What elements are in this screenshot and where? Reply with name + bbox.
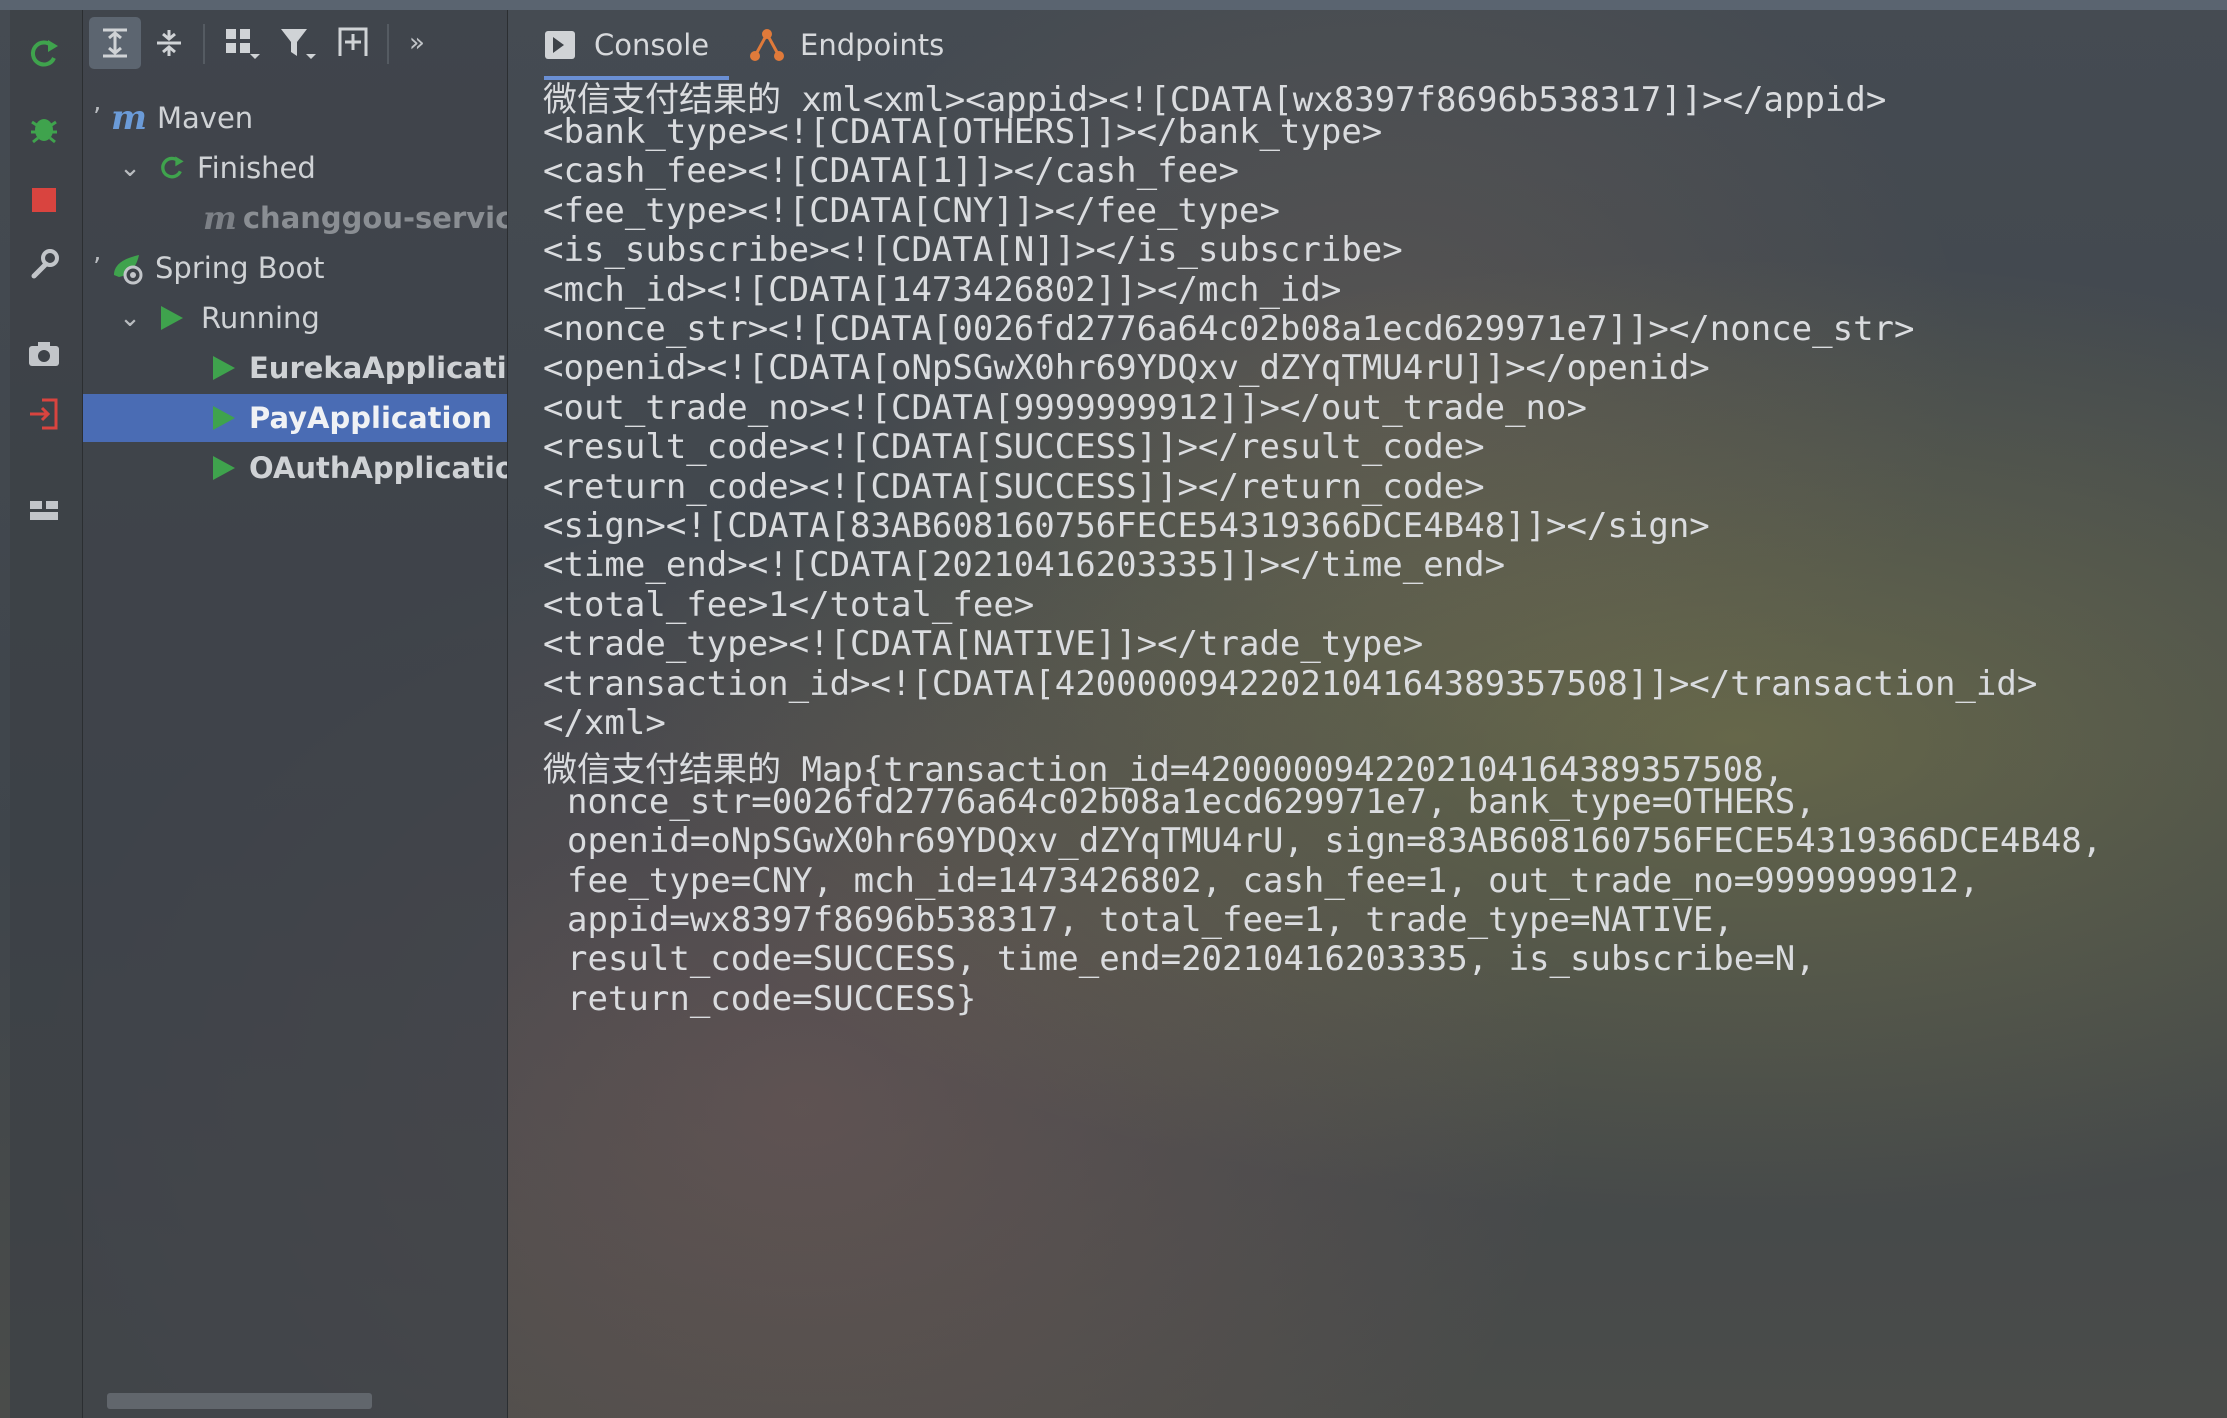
console-line: openid=oNpSGwX0hr69YDQxv_dZYqTMU4rU, sig… [567,821,2103,861]
console-line: <total_fee>1</total_fee> [543,585,1035,625]
console-line: <openid><![CDATA[oNpSGwX0hr69YDQxv_dZYqT… [543,348,1710,388]
run-icon [211,454,237,482]
tree-item-label: EurekaApplication [249,351,507,385]
settings-wrench-icon[interactable] [22,242,66,286]
rerun-icon [157,153,187,183]
camera-icon[interactable] [22,332,66,376]
rerun-icon[interactable] [22,32,66,76]
more-icon[interactable]: » [395,17,439,69]
run-icon [211,404,237,432]
console-line: </xml> [543,703,666,743]
services-tree-panel: » ʼ m Maven ⌄ Finished m changgou-servic… [83,10,508,1418]
tree-item-changgou-service[interactable]: m changgou-service- [83,194,507,242]
tree-item-label: Finished [197,151,316,185]
console-icon [544,30,576,60]
tab-endpoints[interactable]: Endpoints [748,10,944,80]
console-line: nonce_str=0026fd2776a64c02b08a1ecd629971… [567,782,1816,822]
console-line: <bank_type><![CDATA[OTHERS]]></bank_type… [543,112,1383,152]
console-line: result_code=SUCCESS, time_end=2021041620… [567,939,1816,979]
tree-item-label: changgou-service- [242,201,507,235]
tab-label: Endpoints [800,28,945,62]
console-line: return_code=SUCCESS} [567,979,977,1019]
endpoints-icon [748,27,786,63]
tree-toolbar: » [83,10,507,80]
console-line: <cash_fee><![CDATA[1]]></cash_fee> [543,151,1239,191]
tree-item-spring-boot[interactable]: ʼ Spring Boot [83,244,507,292]
add-service-icon[interactable] [327,17,379,69]
console-line: <fee_type><![CDATA[CNY]]></fee_type> [543,191,1280,231]
chevron-down-icon[interactable]: ⌄ [115,303,145,333]
filter-icon[interactable] [271,17,323,69]
maven-icon: m [203,199,237,237]
console-line: <transaction_id><![CDATA[420000094220210… [543,664,2038,704]
spring-boot-icon [111,251,145,285]
run-icon [211,354,237,382]
stop-icon[interactable] [22,178,66,222]
login-icon[interactable] [22,392,66,436]
tree-item-finished[interactable]: ⌄ Finished [83,144,507,192]
group-by-icon[interactable] [215,17,267,69]
toolbar-separator [203,24,205,64]
console-line: <sign><![CDATA[83AB608160756FECE54319366… [543,506,1710,546]
expanded-chevron-icon[interactable]: ʼ [83,253,111,283]
tree-item-label: OAuthApplication [249,451,507,485]
collapse-all-icon[interactable] [143,17,195,69]
console-line: <is_subscribe><![CDATA[N]]></is_subscrib… [543,230,1403,270]
console-line: <trade_type><![CDATA[NATIVE]]></trade_ty… [543,624,1424,664]
console-tab-bar: Console Endpoints [508,10,2227,80]
console-line: appid=wx8397f8696b538317, total_fee=1, t… [567,900,1734,940]
tree-item-eureka-application[interactable]: EurekaApplication [83,344,507,392]
tab-label: Console [594,28,710,62]
tree-item-label: Maven [156,101,254,135]
tree-item-oauth-application[interactable]: OAuthApplication [83,444,507,492]
chevron-down-icon[interactable]: ⌄ [115,153,145,183]
expanded-chevron-icon[interactable]: ʼ [83,103,111,133]
console-line: <out_trade_no><![CDATA[9999999912]]></ou… [543,388,1587,428]
console-line: <result_code><![CDATA[SUCCESS]]></result… [543,427,1485,467]
tree-item-label: Running [201,301,320,335]
tree-horizontal-scrollbar[interactable] [107,1393,372,1409]
tree-item-label: PayApplication [249,401,493,435]
tree-item-running[interactable]: ⌄ Running [83,294,507,342]
console-line: <time_end><![CDATA[20210416203335]]></ti… [543,545,1506,585]
console-line: <mch_id><![CDATA[1473426802]]></mch_id> [543,270,1342,310]
tree-item-label: Spring Boot [155,251,325,285]
console-output[interactable]: 微信支付结果的 xml<xml><appid><![CDATA[wx8397f8… [508,80,2227,1418]
console-line: fee_type=CNY, mch_id=1473426802, cash_fe… [567,861,1980,901]
toolbar-separator [387,24,389,64]
debug-icon[interactable] [22,106,66,150]
services-actions-toolbar [10,10,83,1418]
tab-console[interactable]: Console [544,10,730,80]
layout-icon[interactable] [22,488,66,532]
tree-item-maven[interactable]: ʼ m Maven [83,94,507,142]
tree-item-pay-application[interactable]: PayApplication [83,394,507,442]
console-line: <return_code><![CDATA[SUCCESS]]></return… [543,467,1485,507]
maven-icon: m [111,98,147,138]
console-line: <nonce_str><![CDATA[0026fd2776a64c02b08a… [543,309,1915,349]
run-icon [159,304,185,332]
window-top-edge [0,0,2227,10]
expand-all-icon[interactable] [89,17,141,69]
